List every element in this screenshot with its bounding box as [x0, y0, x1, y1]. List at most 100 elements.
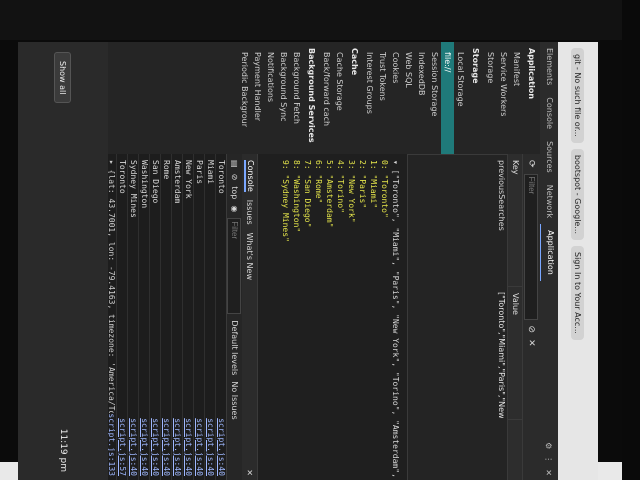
log-source-link[interactable]: script.js:40 — [128, 418, 138, 476]
close-icon[interactable]: ✕ — [245, 469, 254, 476]
context-select[interactable]: top — [230, 186, 239, 199]
sidebar-item-web-sql[interactable]: Web SQL — [402, 42, 415, 154]
console-output: Toronto script.js:40 Miami script.js:40 Pa… — [105, 154, 226, 480]
sidebar-item-indexeddb[interactable]: IndexedDB — [415, 42, 428, 154]
sidebar-item-back-forward-cache[interactable]: Back/forward cach — [320, 42, 333, 154]
preview-summary[interactable]: ▾ ["Toronto", "Miami", "Paris", "New Yor… — [390, 160, 401, 478]
log-text: San Diego — [151, 160, 160, 204]
log-source-link[interactable]: script.js:40 — [139, 418, 149, 476]
devtools-panel: Elements Console Sources Network Applica… — [105, 42, 559, 480]
sidebar-item-cache-storage[interactable]: Cache Storage — [333, 42, 346, 154]
log-text: Amsterdam — [173, 160, 182, 204]
sidebar-item-background-sync[interactable]: Background Sync — [277, 42, 290, 154]
sidebar-item-local-storage[interactable]: Local Storage — [454, 42, 467, 154]
row-key: previousSearches — [497, 160, 506, 231]
log-source-link[interactable]: script.js:40 — [183, 418, 193, 476]
browser-tab[interactable]: Sign In to Your Acc... — [571, 245, 585, 340]
column-key: Key — [508, 154, 522, 287]
console-log-row: Paris script.js:40 — [193, 154, 204, 480]
preview-item: 1: "Miami" — [369, 160, 378, 209]
show-all-button[interactable]: Show all — [54, 52, 72, 104]
log-source-link[interactable]: script.js:57 — [117, 418, 127, 476]
tab-application[interactable]: Application — [539, 224, 559, 281]
sidebar-item-trust-tokens[interactable]: Trust Tokens — [376, 42, 389, 154]
sidebar-item-file-origin[interactable]: file:// — [441, 42, 454, 154]
browser-tab[interactable]: bootspot - Google... — [571, 148, 585, 240]
more-icon[interactable]: ⋮ — [545, 455, 554, 463]
sidebar-item-payment-handler[interactable]: Payment Handler — [251, 42, 264, 154]
row-value: ["Toronto","Miami","Paris","New York"... — [497, 292, 506, 418]
os-taskbar: Show all 11:19 pm — [18, 42, 108, 480]
log-text: Toronto — [118, 160, 127, 194]
browser-tab[interactable]: git - No such file or... — [571, 48, 585, 143]
log-source-link[interactable]: script.js:40 — [172, 418, 182, 476]
preview-item: 3: "New York" — [347, 160, 356, 223]
monitor-screen: git - No such file or... bootspot - Goog… — [18, 42, 598, 480]
column-value: Value — [508, 287, 522, 420]
console-toolbar: ▤ ⊘ top ◉ Default levels No Issues — [226, 154, 242, 480]
drawer-tab-issues[interactable]: Issues — [245, 200, 254, 225]
preview-item: 9: "Sydney Mines" — [281, 160, 290, 242]
log-source-link[interactable]: script.js:40 — [161, 418, 171, 476]
drawer-tab-console[interactable]: Console — [244, 160, 255, 192]
tab-elements[interactable]: Elements — [540, 42, 558, 91]
value-preview: ▾ ["Toronto", "Miami", "Paris", "New Yor… — [258, 154, 408, 480]
gear-icon[interactable]: ⚙ — [545, 442, 554, 449]
refresh-icon[interactable]: ⟳ — [527, 160, 537, 168]
log-source-link[interactable]: script.js:40 — [194, 418, 204, 476]
sidebar-item-interest-groups[interactable]: Interest Groups — [363, 42, 376, 154]
clear-icon[interactable]: ⊘ — [527, 326, 537, 334]
drawer-tab-whats-new[interactable]: What's New — [245, 233, 254, 280]
sidebar-item-service-workers[interactable]: Service Workers — [497, 42, 510, 154]
kv-table-header: Key Value — [507, 154, 522, 480]
storage-filter-row: ⟳ ⊘ ✕ — [522, 154, 540, 480]
console-log-row: Miami script.js:40 — [204, 154, 215, 480]
log-text: Miami — [206, 160, 215, 185]
console-log-row: Rome script.js:40 — [160, 154, 171, 480]
log-text: Paris — [195, 160, 204, 185]
log-text: Washington — [140, 160, 149, 209]
tab-network[interactable]: Network — [540, 179, 558, 224]
browser-tab-strip: git - No such file or... bootspot - Goog… — [558, 42, 598, 480]
close-icon[interactable]: ✕ — [545, 469, 554, 476]
log-source-link[interactable]: script.js:40 — [150, 418, 160, 476]
console-log-row: Toronto script.js:57 — [116, 154, 127, 480]
monitor-bezel-top — [0, 0, 640, 40]
storage-filter-input[interactable] — [524, 173, 539, 320]
sidebar-item-notifications[interactable]: Notifications — [264, 42, 277, 154]
sidebar-toggle-icon[interactable]: ▤ — [230, 160, 239, 168]
devtools-tabbar: Elements Console Sources Network Applica… — [539, 42, 559, 480]
eye-icon[interactable]: ◉ — [230, 205, 239, 212]
sidebar-item-background-fetch[interactable]: Background Fetch — [290, 42, 303, 154]
sidebar-item-session-storage[interactable]: Session Storage — [428, 42, 441, 154]
log-source-link[interactable]: script.js:40 — [216, 418, 226, 476]
section-cache: Cache — [350, 48, 359, 76]
tab-console[interactable]: Console — [540, 91, 558, 135]
table-row[interactable]: previousSearches ["Toronto","Miami","Par… — [494, 154, 508, 480]
preview-item: 8: "Washington" — [292, 160, 301, 233]
sidebar-item-manifest[interactable]: Manifest — [510, 42, 523, 154]
application-sidebar: Application Manifest Service Workers Sto… — [108, 42, 540, 155]
levels-dropdown[interactable]: Default levels — [230, 320, 239, 375]
console-filter-input[interactable] — [227, 218, 242, 315]
console-log-row: New York script.js:40 — [182, 154, 193, 480]
sidebar-item-cookies[interactable]: Cookies — [389, 42, 402, 154]
issues-button[interactable]: No Issues — [230, 381, 239, 419]
clear-console-icon[interactable]: ⊘ — [230, 174, 239, 181]
delete-icon[interactable]: ✕ — [527, 339, 537, 347]
monitor-bezel-right — [622, 0, 640, 480]
storage-main: ⟳ ⊘ ✕ Key Value previousSearches ["Toron… — [105, 154, 540, 480]
section-background-services: Background Services — [307, 48, 316, 143]
preview-item: 5: "Amsterdam" — [325, 160, 334, 228]
log-text: Sydney Mines — [129, 160, 138, 218]
drawer-tabbar: Console Issues What's New ✕ — [242, 154, 258, 480]
tab-sources[interactable]: Sources — [540, 135, 558, 179]
preview-item: 2: "Paris" — [358, 160, 367, 209]
sidebar-item-storage[interactable]: Storage — [484, 42, 497, 154]
section-storage: Storage — [471, 48, 480, 84]
preview-item: 4: "Torino" — [336, 160, 345, 213]
log-text: New York — [184, 160, 193, 199]
log-text: Toronto — [217, 160, 226, 194]
sidebar-item-periodic-background[interactable]: Periodic Backgrour — [238, 42, 251, 154]
log-source-link[interactable]: script.js:40 — [205, 418, 215, 476]
